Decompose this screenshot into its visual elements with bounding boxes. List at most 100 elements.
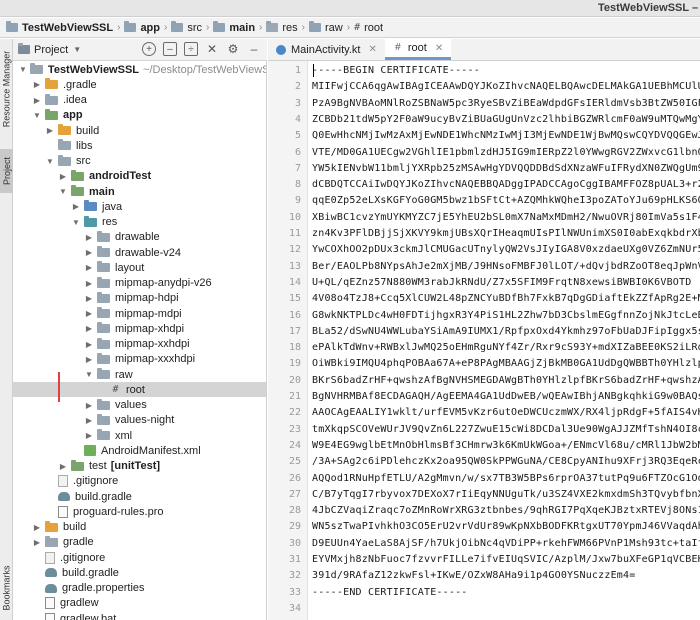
chevron-down-icon[interactable]: ▼ <box>45 157 55 166</box>
project-tab[interactable]: Project <box>0 149 13 193</box>
tree-item[interactable]: ▼ main <box>13 184 266 199</box>
tree-item[interactable]: ▶ mipmap-xhdpi <box>13 321 266 336</box>
tree-item[interactable]: .gitignore <box>13 550 266 565</box>
tree-item[interactable]: ▶ values-night <box>13 413 266 428</box>
tree-item[interactable]: gradlew <box>13 596 266 611</box>
tree-item[interactable]: ▶ java <box>13 199 266 214</box>
chevron-right-icon[interactable]: ▶ <box>32 538 42 547</box>
tree-item[interactable]: gradlew.bat <box>13 611 266 620</box>
tree-item[interactable]: ▶ mipmap-anydpi-v26 <box>13 276 266 291</box>
tree-item[interactable]: ▼ TestWebViewSSL~/Desktop/TestWebViewSSL <box>13 62 266 77</box>
chevron-right-icon[interactable]: ▶ <box>84 324 94 333</box>
tree-item-label: mipmap-xxhdpi <box>115 338 190 350</box>
tree-item[interactable]: ▶ layout <box>13 260 266 275</box>
chevron-down-icon[interactable]: ▼ <box>19 65 27 74</box>
chevron-right-icon[interactable]: ▶ <box>32 96 42 105</box>
line-number: 29 <box>288 521 301 533</box>
breadcrumb-src[interactable]: src <box>171 21 202 34</box>
chevron-right-icon[interactable]: ▶ <box>84 263 94 272</box>
close-tab-icon[interactable]: ✕ <box>368 44 376 55</box>
breadcrumb-root[interactable]: # root <box>354 22 383 34</box>
chevron-right-icon[interactable]: ▶ <box>32 80 42 89</box>
tree-item[interactable]: ▶ build <box>13 520 266 535</box>
project-view-selector[interactable]: Project ▼ <box>18 43 81 56</box>
tree-item[interactable]: ▶ mipmap-hdpi <box>13 291 266 306</box>
chevron-right-icon: › <box>164 22 168 33</box>
tree-item[interactable]: # root <box>13 382 266 398</box>
tree-item[interactable]: proguard-rules.pro <box>13 504 266 519</box>
tree-item[interactable]: AndroidManifest.xml <box>13 443 266 458</box>
tree-item[interactable]: ▶ drawable <box>13 230 266 245</box>
tree-item[interactable]: ▶ xml <box>13 428 266 443</box>
tree-item[interactable]: ▶ values <box>13 398 266 413</box>
chevron-right-icon[interactable]: ▶ <box>84 233 94 242</box>
collapse-all-icon[interactable]: – <box>163 42 177 56</box>
chevron-right-icon[interactable]: ▶ <box>84 294 94 303</box>
breadcrumb-res[interactable]: res <box>266 21 298 34</box>
tree-item[interactable]: ▶ mipmap-xxxhdpi <box>13 352 266 367</box>
line-number: 14 <box>288 276 301 288</box>
breadcrumb-app[interactable]: app <box>124 21 160 34</box>
breadcrumb-label: res <box>282 21 298 34</box>
tree-item[interactable]: ▼ app <box>13 108 266 123</box>
title-bar: TestWebViewSSL – r <box>0 0 700 17</box>
tree-item[interactable]: ▶ drawable-v24 <box>13 245 266 260</box>
code-line: ZCBDb21tdW5pY2F0aW9ucyBvZiBUaGUgUnVzc2lh… <box>312 113 700 125</box>
chevron-right-icon[interactable]: ▶ <box>84 279 94 288</box>
code-line: -----END CERTIFICATE----- <box>312 586 468 598</box>
project-panel-toolbar: + – ÷ ✕ ⚙ – <box>142 42 261 56</box>
code-editor[interactable]: -----BEGIN CERTIFICATE----- MIIFwjCCA6qgA… <box>312 61 700 620</box>
folder-icon <box>97 322 110 334</box>
tree-item[interactable]: ▼ raw <box>13 367 266 382</box>
chevron-right-icon[interactable]: ▶ <box>45 126 55 135</box>
chevron-right-icon[interactable]: ▶ <box>58 172 68 181</box>
chevron-right-icon[interactable]: ▶ <box>84 309 94 318</box>
breadcrumb-project[interactable]: TestWebViewSSL <box>6 21 113 34</box>
tree-item[interactable]: ▶ gradle <box>13 535 266 550</box>
expand-all-icon[interactable]: ÷ <box>184 42 198 56</box>
tree-item[interactable]: ▶ mipmap-xxhdpi <box>13 337 266 352</box>
chevron-down-icon[interactable]: ▼ <box>32 111 42 120</box>
tree-item[interactable]: ▶ build <box>13 123 266 138</box>
code-line: ePAlkTdWnv+RWBxlJwMQ25oEHmRguNYf4Zr/Rxr9… <box>312 342 700 354</box>
close-icon[interactable]: ✕ <box>205 42 219 56</box>
locate-icon[interactable]: + <box>142 42 156 56</box>
gear-icon[interactable]: ⚙ <box>226 42 240 56</box>
breadcrumb-raw[interactable]: raw <box>309 21 343 34</box>
tree-item[interactable]: gradle.properties <box>13 581 266 596</box>
tree-item[interactable]: ▶ .idea <box>13 93 266 108</box>
tree-item[interactable]: ▶ androidTest <box>13 169 266 184</box>
tree-item-label: mipmap-xhdpi <box>115 322 185 335</box>
tree-item[interactable]: ▼ src <box>13 154 266 169</box>
chevron-down-icon[interactable]: ▼ <box>58 187 68 196</box>
tree-item[interactable]: ▼ res <box>13 215 266 230</box>
chevron-right-icon[interactable]: ▶ <box>58 462 68 471</box>
bookmarks-tab[interactable]: Bookmarks <box>0 559 13 617</box>
chevron-right-icon[interactable]: ▶ <box>32 523 42 532</box>
tree-item[interactable]: libs <box>13 138 266 153</box>
tree-item[interactable]: ▶ .gradle <box>13 77 266 92</box>
hide-panel-icon[interactable]: – <box>247 42 261 56</box>
chevron-right-icon[interactable]: ▶ <box>84 401 94 410</box>
chevron-right-icon[interactable]: ▶ <box>84 416 94 425</box>
tree-item[interactable]: ▶ mipmap-mdpi <box>13 306 266 321</box>
tree-item[interactable]: ▶ test [unitTest] <box>13 459 266 474</box>
tree-item[interactable]: build.gradle <box>13 565 266 580</box>
chevron-down-icon[interactable]: ▼ <box>71 218 81 227</box>
tree-item[interactable]: build.gradle <box>13 489 266 504</box>
chevron-right-icon[interactable]: ▶ <box>84 431 94 440</box>
chevron-right-icon[interactable]: ▶ <box>84 340 94 349</box>
close-tab-icon[interactable]: ✕ <box>435 43 443 54</box>
tree-item[interactable]: .gitignore <box>13 474 266 489</box>
chevron-right-icon[interactable]: ▶ <box>84 248 94 257</box>
breadcrumb-main[interactable]: main <box>213 21 255 34</box>
chevron-right-icon[interactable]: ▶ <box>84 355 94 364</box>
tree-item-label: java <box>102 200 123 213</box>
tree-item-label: build.gradle <box>75 490 132 503</box>
chevron-right-icon[interactable]: ▶ <box>71 202 81 211</box>
chevron-down-icon[interactable]: ▼ <box>84 370 94 379</box>
resource-manager-tab[interactable]: Resource Manager <box>0 43 13 135</box>
tab-mainactivity[interactable]: MainActivity.kt ✕ <box>268 39 385 60</box>
tab-root[interactable]: # root ✕ <box>384 39 452 60</box>
hash-icon: # <box>112 384 119 396</box>
